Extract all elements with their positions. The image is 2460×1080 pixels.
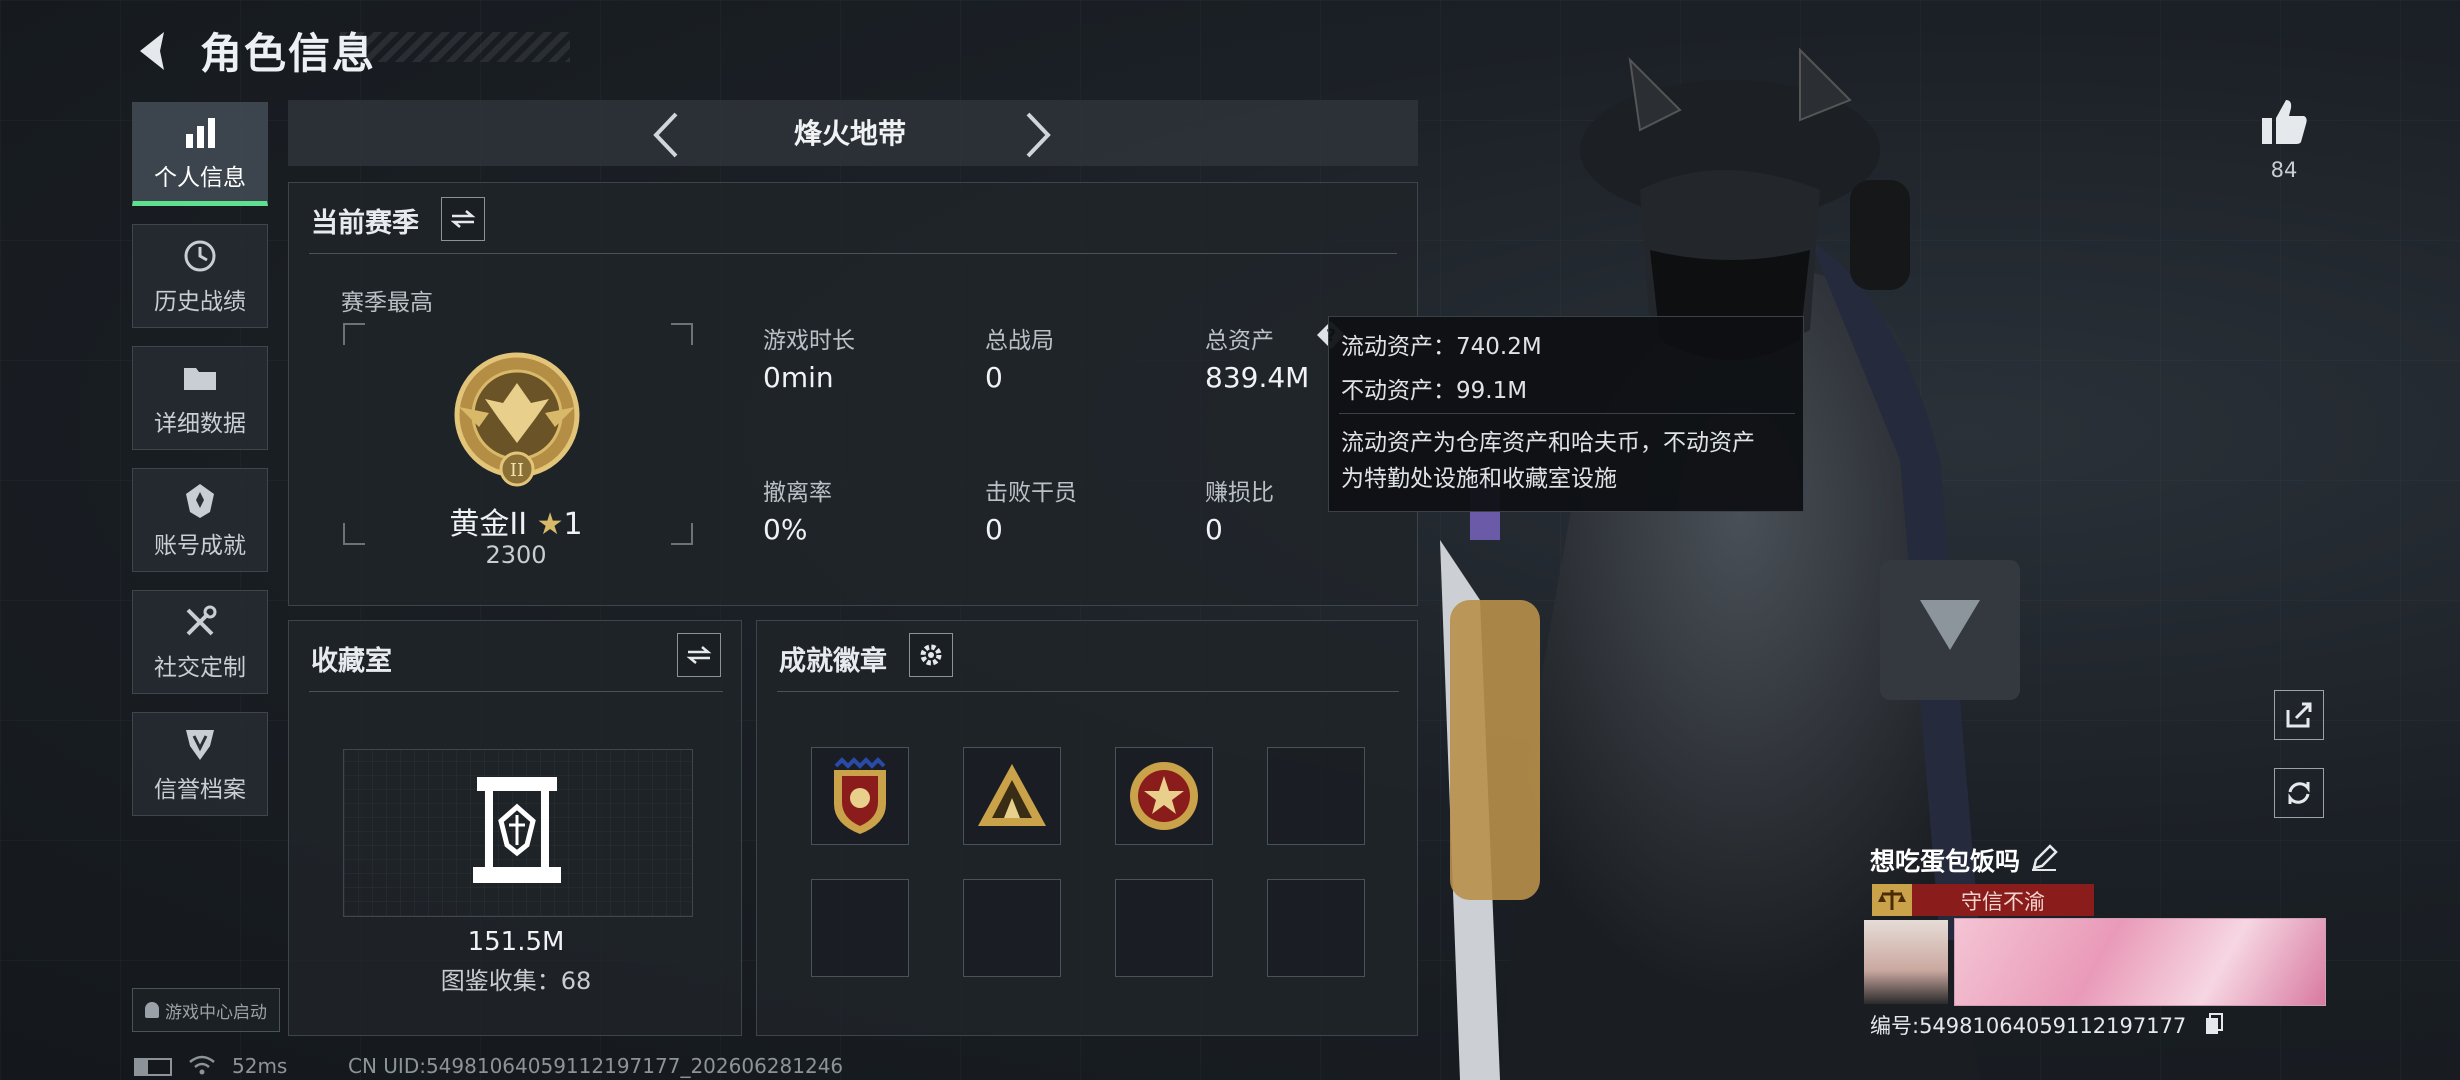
- folder-icon: [184, 368, 216, 390]
- achievement-badges-panel: 成就徽章: [756, 620, 1418, 1036]
- badge-slot[interactable]: [1115, 747, 1213, 845]
- stat-value-kills: 0: [985, 513, 1003, 546]
- mode-prev-arrow-icon[interactable]: [648, 110, 684, 160]
- sidebar-item-personal-info[interactable]: 个人信息: [132, 102, 268, 206]
- rank-star-icon: ★: [536, 507, 564, 542]
- player-id: 编号:54981064059112197177: [1870, 1014, 2187, 1038]
- star-shield-badge-icon: [834, 757, 886, 834]
- stat-label-play-time: 游戏时长: [763, 328, 855, 354]
- sidebar-item-achievements[interactable]: 账号成就: [132, 468, 268, 572]
- like-count: 84: [2270, 158, 2298, 182]
- share-icon: [2286, 702, 2312, 728]
- sidebar-item-detailed-data[interactable]: 详细数据: [132, 346, 268, 450]
- sidebar-item-label: 详细数据: [154, 411, 246, 437]
- rank-line: 黄金II ★1: [341, 499, 691, 543]
- ghost-icon: [145, 1002, 159, 1018]
- stat-value-play-time: 0min: [763, 361, 834, 394]
- rank-stars: 1: [563, 507, 583, 542]
- stat-value-total-assets: 839.4M: [1205, 361, 1310, 394]
- refresh-icon: [2288, 782, 2310, 804]
- assets-tooltip: 流动资产：740.2M 不动资产：99.1M 流动资产为仓库资产和哈夫币，不动资…: [1328, 316, 1804, 512]
- season-best-label: 赛季最高: [341, 290, 433, 316]
- switch-arrows-icon: [686, 646, 712, 664]
- badge-slot-empty[interactable]: [811, 879, 909, 977]
- sidebar-item-label: 个人信息: [154, 165, 246, 191]
- back-arrow-icon[interactable]: [130, 26, 180, 76]
- gold-rank-emblem-icon: II: [454, 352, 580, 487]
- tooltip-fixed-assets: 不动资产：99.1M: [1341, 378, 1528, 404]
- copy-icon[interactable]: [2204, 1012, 2224, 1036]
- game-center-launch-button[interactable]: 游戏中心启动: [132, 988, 280, 1032]
- divider: [309, 253, 1397, 254]
- uid-text: CN UID:54981064059112197177_202606281246: [348, 1054, 844, 1078]
- ping-value: 52ms: [232, 1054, 288, 1078]
- wifi-icon: [188, 1052, 216, 1076]
- collection-switch-button[interactable]: [677, 633, 721, 677]
- stat-label-profit-ratio: 赚损比: [1205, 480, 1274, 506]
- switch-arrows-icon: [450, 210, 476, 228]
- refresh-button[interactable]: [2274, 768, 2324, 818]
- title-decoration: [340, 32, 570, 62]
- divider: [1339, 413, 1795, 414]
- sidebar-item-credit[interactable]: 信誉档案: [132, 712, 268, 816]
- collection-value: 151.5M: [467, 927, 565, 957]
- game-center-launch-label: 游戏中心启动: [165, 1002, 267, 1023]
- tools-icon: [186, 605, 217, 636]
- name-card-banner[interactable]: [1954, 918, 2326, 1006]
- edit-pencil-icon[interactable]: [2030, 844, 2058, 872]
- battery-icon: [134, 1058, 172, 1076]
- sidebar-item-label: 历史战绩: [154, 289, 246, 315]
- reputation-scale-icon: [1876, 886, 1908, 914]
- badge-slot-empty[interactable]: [963, 879, 1061, 977]
- svg-text:II: II: [510, 460, 524, 481]
- stat-label-total-assets: 总资产: [1205, 328, 1274, 354]
- player-name: 想吃蛋包饭吗: [1870, 847, 2021, 876]
- badge-slot[interactable]: [963, 747, 1061, 845]
- collection-panel-title: 收藏室: [311, 646, 392, 677]
- avatar[interactable]: [1864, 920, 1948, 1004]
- season-switch-button[interactable]: [441, 197, 485, 241]
- tooltip-desc-line2: 为特勤处设施和收藏室设施: [1341, 466, 1617, 492]
- bar-chart-icon: [186, 118, 215, 148]
- share-button[interactable]: [2274, 690, 2324, 740]
- gear-icon: [920, 644, 942, 666]
- divider: [777, 691, 1399, 692]
- divider: [309, 691, 723, 692]
- achievement-settings-button[interactable]: [909, 633, 953, 677]
- collection-catalog-count: 图鉴收集：68: [440, 967, 592, 995]
- achievement-panel-title: 成就徽章: [779, 646, 887, 677]
- achievement-icon: [186, 484, 214, 518]
- badge-slot[interactable]: [811, 747, 909, 845]
- like-thumb-icon[interactable]: [2258, 96, 2310, 148]
- sidebar-item-social[interactable]: 社交定制: [132, 590, 268, 694]
- mode-next-arrow-icon[interactable]: [1020, 110, 1056, 160]
- sidebar-item-label: 账号成就: [154, 533, 246, 559]
- stat-value-total-matches: 0: [985, 361, 1003, 394]
- collection-room-panel: 收藏室 151.5M 图鉴收集：68: [288, 620, 742, 1036]
- current-season-panel: 当前赛季 赛季最高 II 黄金II ★1 2300 游戏时长 0min 总战局 …: [288, 182, 1418, 606]
- badge-slot-empty[interactable]: [1115, 879, 1213, 977]
- stat-label-kills: 击败干员: [985, 480, 1077, 506]
- triangle-badge-icon: [978, 764, 1046, 826]
- season-panel-title: 当前赛季: [311, 208, 419, 239]
- history-clock-icon: [184, 240, 216, 272]
- sidebar-item-label: 信誉档案: [154, 777, 246, 803]
- stat-label-extract-rate: 撤离率: [763, 480, 832, 506]
- sidebar-item-history[interactable]: 历史战绩: [132, 224, 268, 328]
- rank-name: 黄金II: [449, 507, 528, 542]
- round-star-badge-icon: [1130, 762, 1198, 830]
- mode-title: 烽火地带: [793, 117, 906, 150]
- display-case-icon: [473, 777, 561, 883]
- stat-label-total-matches: 总战局: [985, 328, 1054, 354]
- tooltip-desc-line1: 流动资产为仓库资产和哈夫币，不动资产: [1341, 430, 1755, 456]
- stat-value-profit-ratio: 0: [1205, 513, 1223, 546]
- tooltip-liquid-assets: 流动资产：740.2M: [1341, 334, 1542, 360]
- rank-score: 2300: [485, 541, 547, 569]
- shield-credit-icon: [186, 730, 214, 760]
- badge-slot-empty[interactable]: [1267, 747, 1365, 845]
- stat-value-extract-rate: 0%: [763, 513, 808, 546]
- badge-slot-empty[interactable]: [1267, 879, 1365, 977]
- reputation-tag-label: 守信不渝: [1961, 890, 2045, 914]
- sidebar-item-label: 社交定制: [154, 655, 246, 681]
